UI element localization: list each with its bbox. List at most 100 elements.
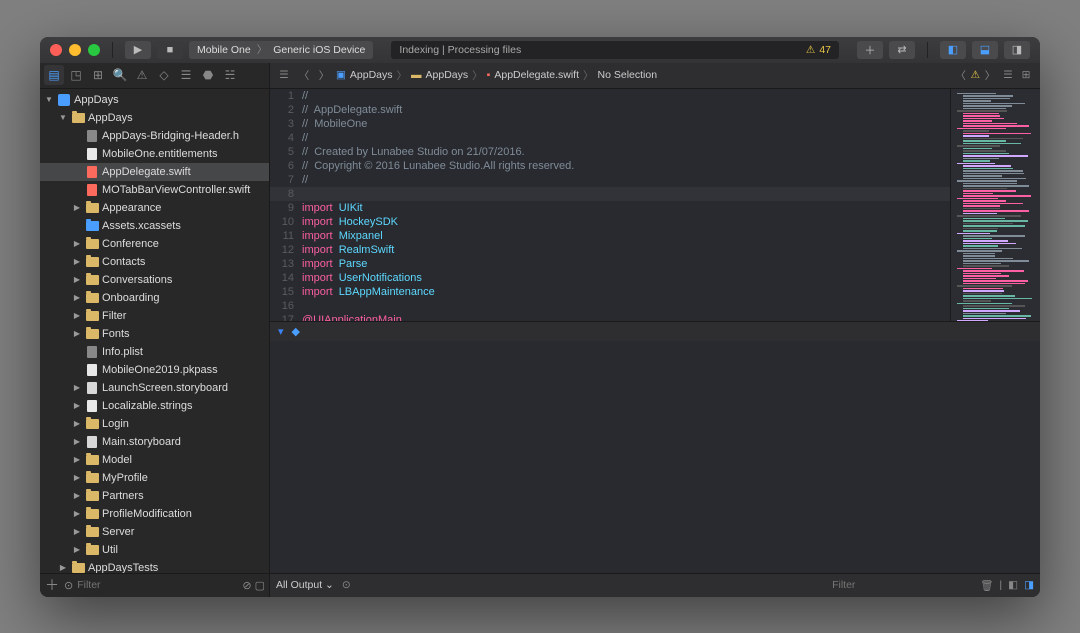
code-line[interactable]: // Copyright © 2016 Lunabee Studio.All r…	[302, 159, 574, 173]
prev-issue-icon[interactable]: 〈	[953, 68, 969, 83]
test-navigator-tab[interactable]: ◇	[154, 65, 174, 85]
console-view-icon[interactable]: ◨	[1024, 579, 1034, 592]
disclosure-icon[interactable]: ▶	[72, 257, 82, 266]
issue-navigator-tab[interactable]: ⚠	[132, 65, 152, 85]
tree-row[interactable]: MOTabBarViewController.swift	[40, 181, 269, 199]
issue-icon[interactable]: ⚠	[971, 69, 980, 81]
toggle-debug-button[interactable]: ⬓	[972, 41, 998, 59]
tree-row[interactable]: AppDelegate.swift	[40, 163, 269, 181]
tree-row[interactable]: ▶MyProfile	[40, 469, 269, 487]
tree-row[interactable]: ▶Server	[40, 523, 269, 541]
breakpoint-toggle-icon[interactable]: ◆	[292, 325, 300, 338]
crumb-2[interactable]: AppDelegate.swift	[494, 69, 579, 81]
tree-row[interactable]: ▼AppDays	[40, 91, 269, 109]
code-line[interactable]: import UIKit	[302, 201, 363, 215]
symbol-navigator-tab[interactable]: ⊞	[88, 65, 108, 85]
code-editor[interactable]: 1//2// AppDelegate.swift3// MobileOne4//…	[270, 89, 950, 321]
code-line[interactable]: import HockeySDK	[302, 215, 398, 229]
disclosure-icon[interactable]: ▶	[72, 275, 82, 284]
tree-row[interactable]: MobileOne.entitlements	[40, 145, 269, 163]
code-line[interactable]: import UserNotifications	[302, 271, 422, 285]
disclosure-icon[interactable]: ▶	[72, 437, 82, 446]
tree-row[interactable]: AppDays-Bridging-Header.h	[40, 127, 269, 145]
code-line[interactable]: import RealmSwift	[302, 243, 394, 257]
disclosure-icon[interactable]: ▶	[72, 203, 82, 212]
code-line[interactable]: //	[302, 89, 308, 103]
code-line[interactable]: @UIApplicationMain	[302, 313, 402, 321]
tree-row[interactable]: ▶Contacts	[40, 253, 269, 271]
tree-row[interactable]: ▶Partners	[40, 487, 269, 505]
breakpoint-navigator-tab[interactable]: ⬣	[198, 65, 218, 85]
toggle-inspector-button[interactable]: ◨	[1004, 41, 1030, 59]
forward-button[interactable]: 〉	[316, 68, 332, 83]
crumb-0[interactable]: AppDays	[350, 69, 393, 81]
trash-icon[interactable]: 🗑	[980, 579, 993, 592]
minimize-button[interactable]	[69, 44, 81, 56]
disclosure-icon[interactable]: ▶	[72, 293, 82, 302]
disclosure-icon[interactable]: ▶	[72, 545, 82, 554]
console-scope[interactable]: All Output ⌄	[276, 579, 334, 591]
code-review-button[interactable]: ⇄	[889, 41, 915, 59]
tree-row[interactable]: ▶Conversations	[40, 271, 269, 289]
tree-row[interactable]: Info.plist	[40, 343, 269, 361]
tree-row[interactable]: ▶ProfileModification	[40, 505, 269, 523]
disclosure-icon[interactable]: ▶	[58, 563, 68, 572]
code-line[interactable]: import Parse	[302, 257, 367, 271]
tree-row[interactable]: ▶Onboarding	[40, 289, 269, 307]
disclosure-icon[interactable]: ▶	[72, 239, 82, 248]
tree-row[interactable]: ▶Model	[40, 451, 269, 469]
disclosure-icon[interactable]: ▶	[72, 473, 82, 482]
tree-row[interactable]: ▶LaunchScreen.storyboard	[40, 379, 269, 397]
debug-navigator-tab[interactable]: ☰	[176, 65, 196, 85]
disclosure-icon[interactable]: ▶	[72, 311, 82, 320]
find-navigator-tab[interactable]: 🔍	[110, 65, 130, 85]
debug-toggle-icon[interactable]: ▾	[278, 325, 284, 338]
report-navigator-tab[interactable]: ☵	[220, 65, 240, 85]
tree-row[interactable]: ▶AppDaysTests	[40, 559, 269, 573]
add-editor-icon[interactable]: ⊞	[1018, 69, 1034, 81]
crumb-1[interactable]: AppDays	[426, 69, 469, 81]
console-filter-input[interactable]	[832, 579, 972, 591]
tree-row[interactable]: ▶Login	[40, 415, 269, 433]
editor-options-icon[interactable]: ☰	[1000, 69, 1016, 81]
project-navigator-tab[interactable]: ▤	[44, 65, 64, 85]
add-button[interactable]: ＋	[857, 41, 883, 59]
scheme-selector[interactable]: Mobile One 〉 Generic iOS Device	[189, 41, 373, 59]
disclosure-icon[interactable]: ▶	[72, 401, 82, 410]
code-line[interactable]: //	[302, 131, 308, 145]
disclosure-icon[interactable]: ▶	[72, 527, 82, 536]
warning-badge[interactable]: ⚠ 47	[806, 44, 831, 56]
crumb-3[interactable]: No Selection	[598, 69, 658, 81]
tree-row[interactable]: ▶Fonts	[40, 325, 269, 343]
fullscreen-button[interactable]	[88, 44, 100, 56]
source-control-tab[interactable]: ◳	[66, 65, 86, 85]
disclosure-icon[interactable]: ▼	[44, 95, 54, 104]
tree-row[interactable]: ▶Localizable.strings	[40, 397, 269, 415]
variables-view-icon[interactable]: ◧	[1008, 579, 1018, 592]
back-button[interactable]: 〈	[296, 68, 312, 83]
tree-row[interactable]: ▶Util	[40, 541, 269, 559]
add-file-button[interactable]: ＋	[44, 575, 60, 595]
tree-row[interactable]: ▶Conference	[40, 235, 269, 253]
disclosure-icon[interactable]: ▶	[72, 383, 82, 392]
code-line[interactable]: // MobileOne	[302, 117, 367, 131]
toggle-navigator-button[interactable]: ◧	[940, 41, 966, 59]
tree-row[interactable]: ▼AppDays	[40, 109, 269, 127]
tree-row[interactable]: ▶Filter	[40, 307, 269, 325]
stop-button[interactable]: ■	[157, 41, 183, 59]
code-line[interactable]: import LBAppMaintenance	[302, 285, 435, 299]
related-items-icon[interactable]: ☰	[276, 69, 292, 81]
next-issue-icon[interactable]: 〉	[982, 68, 998, 83]
tree-row[interactable]: MobileOne2019.pkpass	[40, 361, 269, 379]
disclosure-icon[interactable]: ▼	[58, 113, 68, 122]
code-line[interactable]: import Mixpanel	[302, 229, 383, 243]
code-line[interactable]: //	[302, 173, 308, 187]
close-button[interactable]	[50, 44, 62, 56]
code-line[interactable]: // AppDelegate.swift	[302, 103, 402, 117]
disclosure-icon[interactable]: ▶	[72, 455, 82, 464]
disclosure-icon[interactable]: ▶	[72, 329, 82, 338]
code-line[interactable]: // Created by Lunabee Studio on 21/07/20…	[302, 145, 525, 159]
disclosure-icon[interactable]: ▶	[72, 509, 82, 518]
run-button[interactable]: ▶	[125, 41, 151, 59]
minimap[interactable]	[950, 89, 1040, 321]
